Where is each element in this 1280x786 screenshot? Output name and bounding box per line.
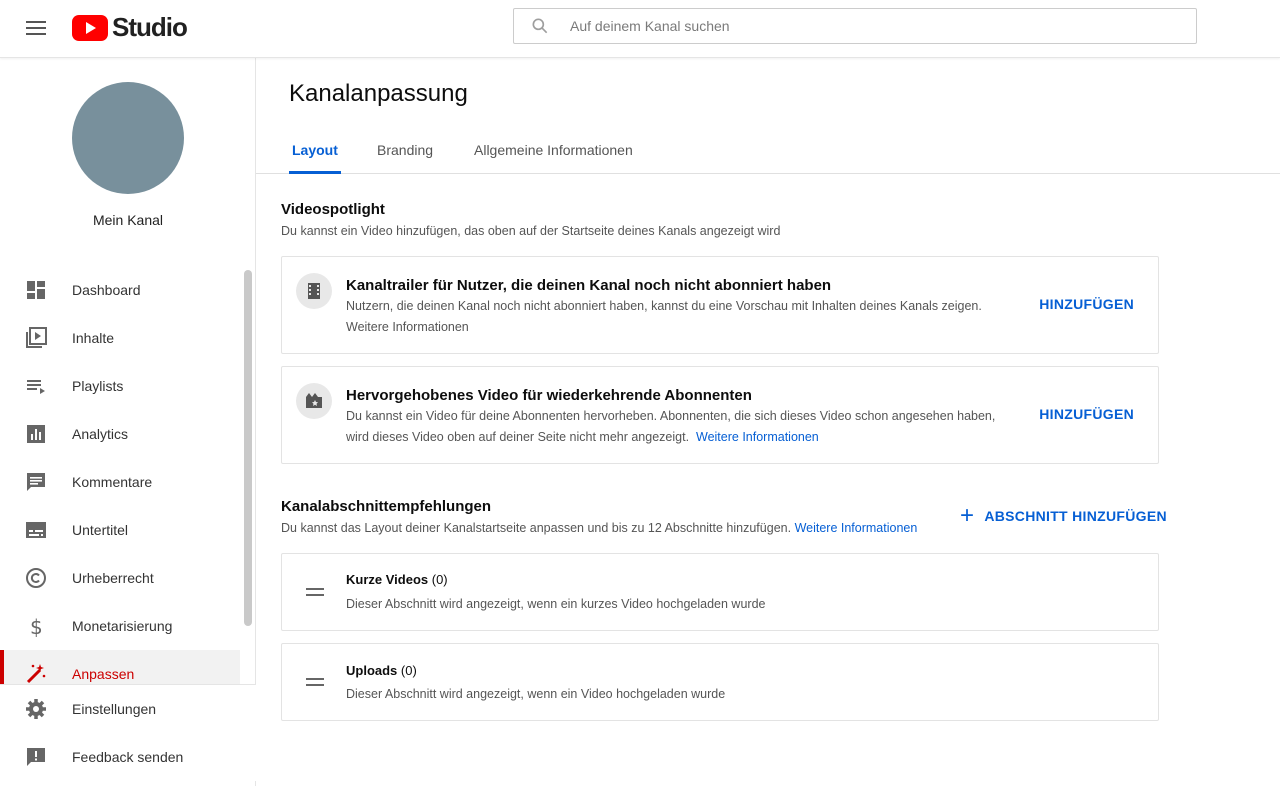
analytics-icon <box>27 425 45 443</box>
tab-general-info[interactable]: Allgemeine Informationen <box>474 126 633 174</box>
sidebar-scrollbar[interactable] <box>244 270 252 626</box>
sidebar-item-monetization[interactable]: $ Monetarisierung <box>0 602 240 650</box>
spotlight-title: Videospotlight <box>281 201 385 218</box>
add-featured-video-button[interactable]: HINZUFÜGEN <box>1039 406 1134 422</box>
section-row-count: (0) <box>431 572 448 587</box>
section-row-title: Uploads (0) <box>346 663 417 678</box>
playlists-icon <box>27 380 45 394</box>
youtube-logo-icon <box>72 14 108 41</box>
feedback-icon <box>27 748 45 766</box>
sidebar-item-label: Kommentare <box>72 474 153 490</box>
sidebar-item-label: Dashboard <box>72 282 141 298</box>
sections-learn-more-link[interactable]: Weitere Informationen <box>795 521 918 535</box>
film-icon <box>296 273 332 309</box>
top-bar: Studio <box>0 0 1280 58</box>
section-row[interactable]: Kurze Videos (0) Dieser Abschnitt wird a… <box>281 553 1159 631</box>
section-row-name: Uploads <box>346 663 398 678</box>
channel-name[interactable]: Mein Kanal <box>0 212 256 228</box>
drag-handle-icon[interactable] <box>306 678 324 688</box>
tab-bar: Layout Branding Allgemeine Informationen <box>256 126 1280 174</box>
featured-video-card: Hervorgehobenes Video für wiederkehrende… <box>281 366 1159 464</box>
featured-video-title: Hervorgehobenes Video für wiederkehrende… <box>346 387 752 404</box>
sidebar-item-copyright[interactable]: Urheberrecht <box>0 554 240 602</box>
settings-icon <box>26 699 46 719</box>
add-trailer-button[interactable]: HINZUFÜGEN <box>1039 296 1134 312</box>
featured-video-text-line2-text: wird dieses Video oben auf deiner Seite … <box>346 430 690 444</box>
sidebar-item-label: Playlists <box>72 378 124 394</box>
plus-icon: + <box>960 502 975 529</box>
studio-logo[interactable]: Studio <box>72 12 188 43</box>
sidebar-item-subtitles[interactable]: Untertitel <box>0 506 240 554</box>
sidebar-item-label: Analytics <box>72 426 129 442</box>
sidebar-item-comments[interactable]: Kommentare <box>0 458 240 506</box>
sidebar-bottom-nav: Einstellungen Feedback senden <box>0 684 256 781</box>
sidebar-item-playlists[interactable]: Playlists <box>0 362 240 410</box>
section-row-desc: Dieser Abschnitt wird angezeigt, wenn ei… <box>346 687 726 701</box>
tab-layout[interactable]: Layout <box>289 126 341 174</box>
section-row-count: (0) <box>400 663 417 678</box>
trailer-learn-more-link[interactable]: Weitere Informationen <box>346 317 469 338</box>
sidebar-item-analytics[interactable]: Analytics <box>0 410 240 458</box>
search-input[interactable] <box>570 18 1170 34</box>
sidebar-item-label: Untertitel <box>72 522 129 538</box>
comments-icon <box>27 473 45 491</box>
hamburger-menu-icon[interactable] <box>22 14 50 42</box>
sidebar-item-label: Inhalte <box>72 330 115 346</box>
search-box[interactable] <box>513 8 1197 44</box>
featured-video-text-line1: Du kannst ein Video für deine Abonnenten… <box>346 409 996 423</box>
content-icon <box>26 327 47 348</box>
featured-video-icon <box>296 383 332 419</box>
customize-icon <box>26 664 46 684</box>
sidebar-item-label: Urheberrecht <box>72 570 154 586</box>
sidebar-item-label: Feedback senden <box>72 749 184 765</box>
copyright-icon <box>26 568 46 588</box>
sections-subtitle: Du kannst das Layout deiner Kanalstartse… <box>281 521 917 535</box>
sidebar-item-label: Anpassen <box>72 666 135 682</box>
tab-branding[interactable]: Branding <box>377 126 433 174</box>
dollar-icon: $ <box>30 615 43 638</box>
trailer-card-title: Kanaltrailer für Nutzer, die deinen Kana… <box>346 277 832 294</box>
spotlight-subtitle: Du kannst ein Video hinzufügen, das oben… <box>281 224 781 238</box>
sidebar-item-label: Monetarisierung <box>72 618 173 634</box>
page-title: Kanalanpassung <box>289 80 468 107</box>
featured-video-text-line2: wird dieses Video oben auf deiner Seite … <box>346 427 819 448</box>
featured-learn-more-link[interactable]: Weitere Informationen <box>696 430 819 444</box>
add-section-label: ABSCHNITT HINZUFÜGEN <box>984 508 1167 524</box>
sections-subtitle-text: Du kannst das Layout deiner Kanalstartse… <box>281 521 792 535</box>
section-row-title: Kurze Videos (0) <box>346 572 448 587</box>
sidebar-item-content[interactable]: Inhalte <box>0 314 240 362</box>
main-content: Kanalanpassung Layout Branding Allgemein… <box>256 58 1280 786</box>
avatar[interactable] <box>72 82 184 194</box>
sidebar-item-settings[interactable]: Einstellungen <box>0 685 256 733</box>
section-row-desc: Dieser Abschnitt wird angezeigt, wenn ei… <box>346 597 766 611</box>
logo-wordmark: Studio <box>112 12 188 42</box>
section-row[interactable]: Uploads (0) Dieser Abschnitt wird angeze… <box>281 643 1159 721</box>
sections-title: Kanalabschnittempfehlungen <box>281 498 492 515</box>
subtitles-icon <box>26 522 46 538</box>
sidebar: Mein Kanal Dashboard Inhalte Playlists A… <box>0 58 256 786</box>
sidebar-item-dashboard[interactable]: Dashboard <box>0 266 240 314</box>
svg-text:$: $ <box>30 615 43 638</box>
trailer-card: Kanaltrailer für Nutzer, die deinen Kana… <box>281 256 1159 354</box>
drag-handle-icon[interactable] <box>306 588 324 598</box>
sidebar-item-feedback[interactable]: Feedback senden <box>0 733 256 781</box>
dashboard-icon <box>27 281 45 299</box>
trailer-card-text: Nutzern, die deinen Kanal noch nicht abo… <box>346 299 982 313</box>
search-icon <box>532 18 548 34</box>
add-section-button[interactable]: + ABSCHNITT HINZUFÜGEN <box>960 502 1167 529</box>
section-row-name: Kurze Videos <box>346 572 429 587</box>
sidebar-item-label: Einstellungen <box>72 701 157 717</box>
